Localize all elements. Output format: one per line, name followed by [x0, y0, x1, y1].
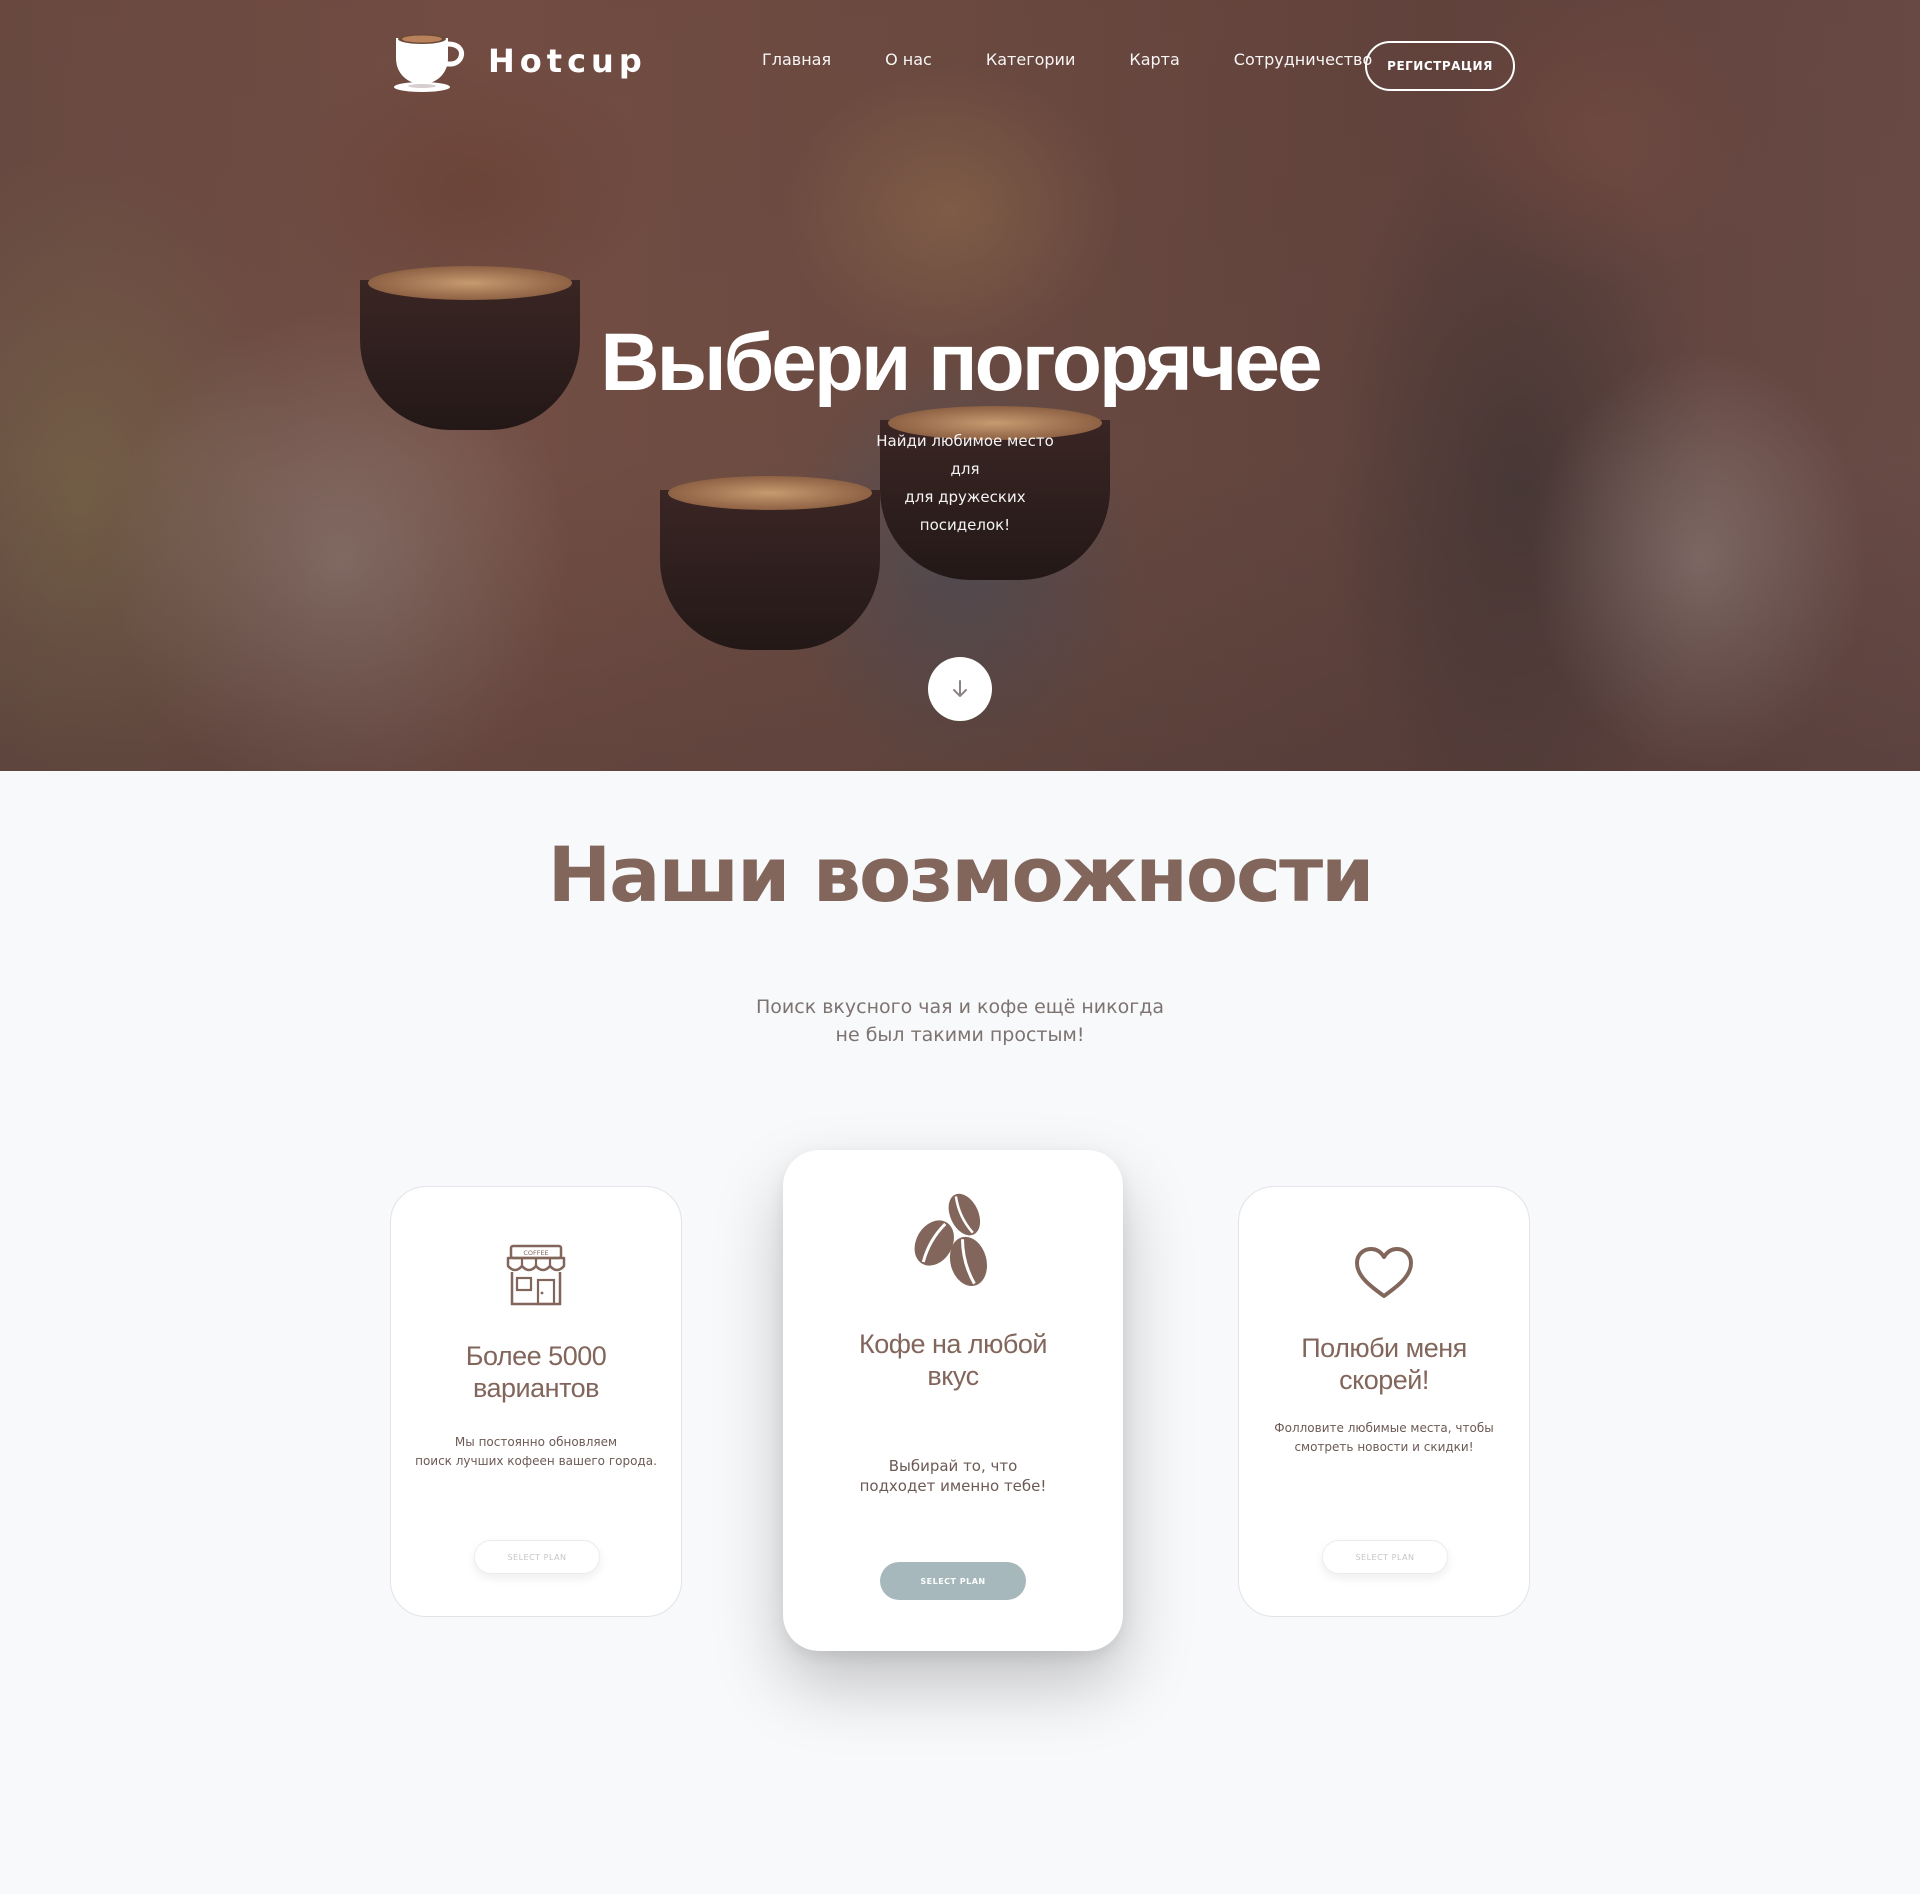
card-text-line: смотреть новости и скидки!	[1294, 1440, 1474, 1454]
card-text-line: поиск лучших кофеен вашего города.	[415, 1454, 657, 1468]
hero-subtitle: Найди любимое место для для дружеских по…	[860, 427, 1070, 539]
menu-item-map[interactable]: Карта	[1129, 50, 1179, 69]
features-subtitle-line: Поиск вкусного чая и кофе ещё никогда	[755, 996, 1165, 1018]
card-text-line: Выбирай то, что	[888, 1457, 1018, 1475]
card-title: Кофе на любой вкус	[783, 1328, 1123, 1392]
features-subtitle-line: не был такими простым!	[835, 1024, 1085, 1046]
card-description: Фолловите любимые места, чтобы смотреть …	[1239, 1419, 1529, 1457]
feature-card-follow: Полюби меня скорей! Фолловите любимые ме…	[1238, 1186, 1530, 1617]
hero-photo-cup	[660, 476, 880, 650]
brand-logo[interactable]: Hotcup	[390, 28, 647, 94]
card-text-line: Фолловите любимые места, чтобы	[1274, 1421, 1494, 1435]
hero-title: Выбери погорячее	[600, 317, 1322, 408]
card-icon-wrap	[1239, 1245, 1529, 1301]
register-button[interactable]: РЕГИСТРАЦИЯ	[1365, 41, 1515, 91]
menu-item-home[interactable]: Главная	[762, 50, 831, 69]
select-plan-button[interactable]: SELECT PLAN	[474, 1540, 600, 1574]
feature-card-variants: COFFEE Более 5000 вариантов Мы постоянно…	[390, 1186, 682, 1617]
menu-item-about[interactable]: О нас	[885, 50, 932, 69]
card-text-line: подходет именно тебе!	[859, 1477, 1047, 1495]
features-title: Наши возможности	[547, 830, 1375, 919]
features-subtitle: Поиск вкусного чая и кофе ещё никогда не…	[740, 993, 1180, 1049]
arrow-down-icon	[953, 680, 967, 697]
card-title: Полюби меня скорей!	[1239, 1332, 1529, 1396]
select-plan-button[interactable]: SELECT PLAN	[880, 1562, 1026, 1600]
coffee-shop-icon: COFFEE	[506, 1244, 566, 1306]
top-navigation: Hotcup Главная О нас Категории Карта Сот…	[0, 0, 1920, 140]
coffee-sign-text: COFFEE	[523, 1249, 548, 1257]
card-description: Выбирай то, что подходет именно тебе!	[783, 1456, 1123, 1496]
card-title-line: вариантов	[472, 1373, 600, 1403]
heart-icon	[1355, 1247, 1413, 1298]
card-description: Мы постоянно обновляем поиск лучших кофе…	[391, 1433, 681, 1471]
card-text-line: Мы постоянно обновляем	[454, 1435, 618, 1449]
card-title: Более 5000 вариантов	[391, 1340, 681, 1404]
hero-section: Hotcup Главная О нас Категории Карта Сот…	[0, 0, 1920, 771]
menu-item-cooperation[interactable]: Сотрудничество	[1234, 50, 1372, 69]
card-title-line: Полюби меня	[1301, 1333, 1467, 1363]
scroll-down-button[interactable]	[928, 657, 992, 721]
card-icon-wrap	[783, 1190, 1123, 1290]
hero-subtitle-line: Найди любимое место для	[876, 432, 1054, 478]
feature-card-coffee: Кофе на любой вкус Выбирай то, что подхо…	[783, 1150, 1123, 1651]
hero-subtitle-line: для дружеских посиделок!	[904, 488, 1026, 534]
coffee-cup-logo-icon	[394, 34, 464, 92]
select-plan-button[interactable]: SELECT PLAN	[1322, 1540, 1448, 1574]
card-icon-wrap: COFFEE	[391, 1244, 681, 1308]
coffee-beans-icon	[914, 1193, 988, 1287]
brand-name: Hotcup	[488, 42, 647, 80]
menu-item-categories[interactable]: Категории	[986, 50, 1075, 69]
card-title-line: вкус	[927, 1361, 979, 1391]
main-menu: Главная О нас Категории Карта Сотрудниче…	[762, 50, 1372, 69]
card-title-line: скорей!	[1339, 1365, 1429, 1395]
card-title-line: Кофе на любой	[859, 1329, 1047, 1359]
card-title-line: Более 5000	[465, 1341, 607, 1371]
